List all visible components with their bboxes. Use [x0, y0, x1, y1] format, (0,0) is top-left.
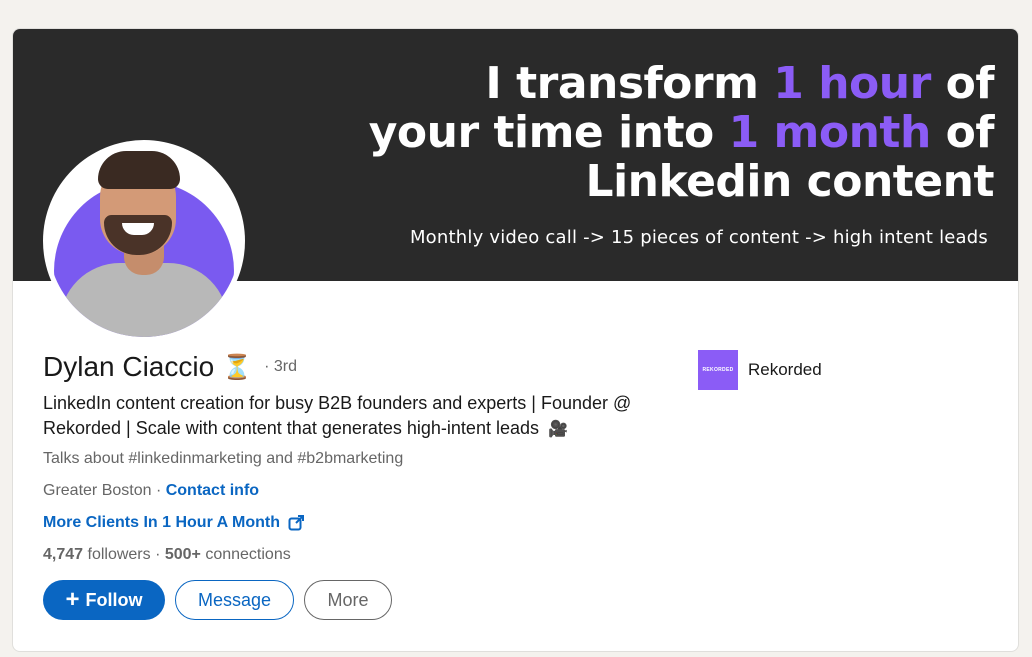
avatar[interactable]	[43, 140, 245, 342]
plus-icon: +	[65, 586, 80, 613]
banner-text: of	[930, 107, 995, 158]
website-label: More Clients In 1 Hour A Month	[43, 514, 281, 531]
banner-text: I transform	[485, 58, 774, 109]
connection-degree: · 3rd	[264, 358, 297, 375]
talks-about: Talks about #linkedinmarketing and #b2bm…	[43, 450, 404, 467]
profile-actions: + Follow Message More	[43, 580, 392, 620]
website-link[interactable]: More Clients In 1 Hour A Month	[43, 514, 305, 532]
hourglass-icon: ⏳	[222, 353, 253, 381]
separator: ·	[150, 546, 165, 563]
company-name: Rekorded	[748, 360, 822, 379]
follow-button[interactable]: + Follow	[43, 580, 165, 620]
more-button[interactable]: More	[304, 580, 392, 620]
banner-text: Linkedin content	[585, 156, 995, 207]
network-stats: 4,747 followers · 500+ connections	[43, 546, 291, 564]
profile-card: I transform 1 hour of your time into 1 m…	[12, 28, 1019, 652]
external-link-icon	[288, 515, 305, 531]
name-row: Dylan Ciaccio ⏳ · 3rd	[43, 351, 297, 383]
banner-highlight: 1 hour	[773, 58, 931, 109]
followers-label: followers	[83, 546, 151, 563]
video-camera-icon: 🎥	[548, 421, 568, 438]
separator: ·	[151, 482, 166, 499]
banner-subline: Monthly video call -> 15 pieces of conte…	[409, 227, 988, 248]
company-logo: REKORDED	[698, 350, 738, 390]
connections-label: connections	[200, 546, 291, 563]
banner-text: your time into	[368, 107, 729, 158]
message-button[interactable]: Message	[175, 580, 294, 620]
location-row: Greater Boston · Contact info	[43, 482, 259, 500]
connections-count: 500+	[164, 546, 201, 563]
banner-highlight: 1 month	[728, 107, 932, 158]
headline-text: LinkedIn content creation for busy B2B f…	[43, 393, 632, 438]
followers-count: 4,747	[43, 546, 84, 563]
profile-headline: LinkedIn content creation for busy B2B f…	[43, 391, 683, 442]
profile-name: Dylan Ciaccio	[43, 351, 215, 382]
person-hair	[98, 151, 180, 189]
location: Greater Boston	[43, 482, 152, 499]
current-company[interactable]: REKORDED Rekorded	[698, 350, 822, 390]
follow-label: Follow	[85, 589, 143, 610]
contact-info-link[interactable]: Contact info	[166, 482, 259, 499]
avatar-photo	[48, 145, 240, 337]
banner-text: of	[930, 58, 995, 109]
banner-headline: I transform 1 hour of your time into 1 m…	[368, 58, 995, 207]
